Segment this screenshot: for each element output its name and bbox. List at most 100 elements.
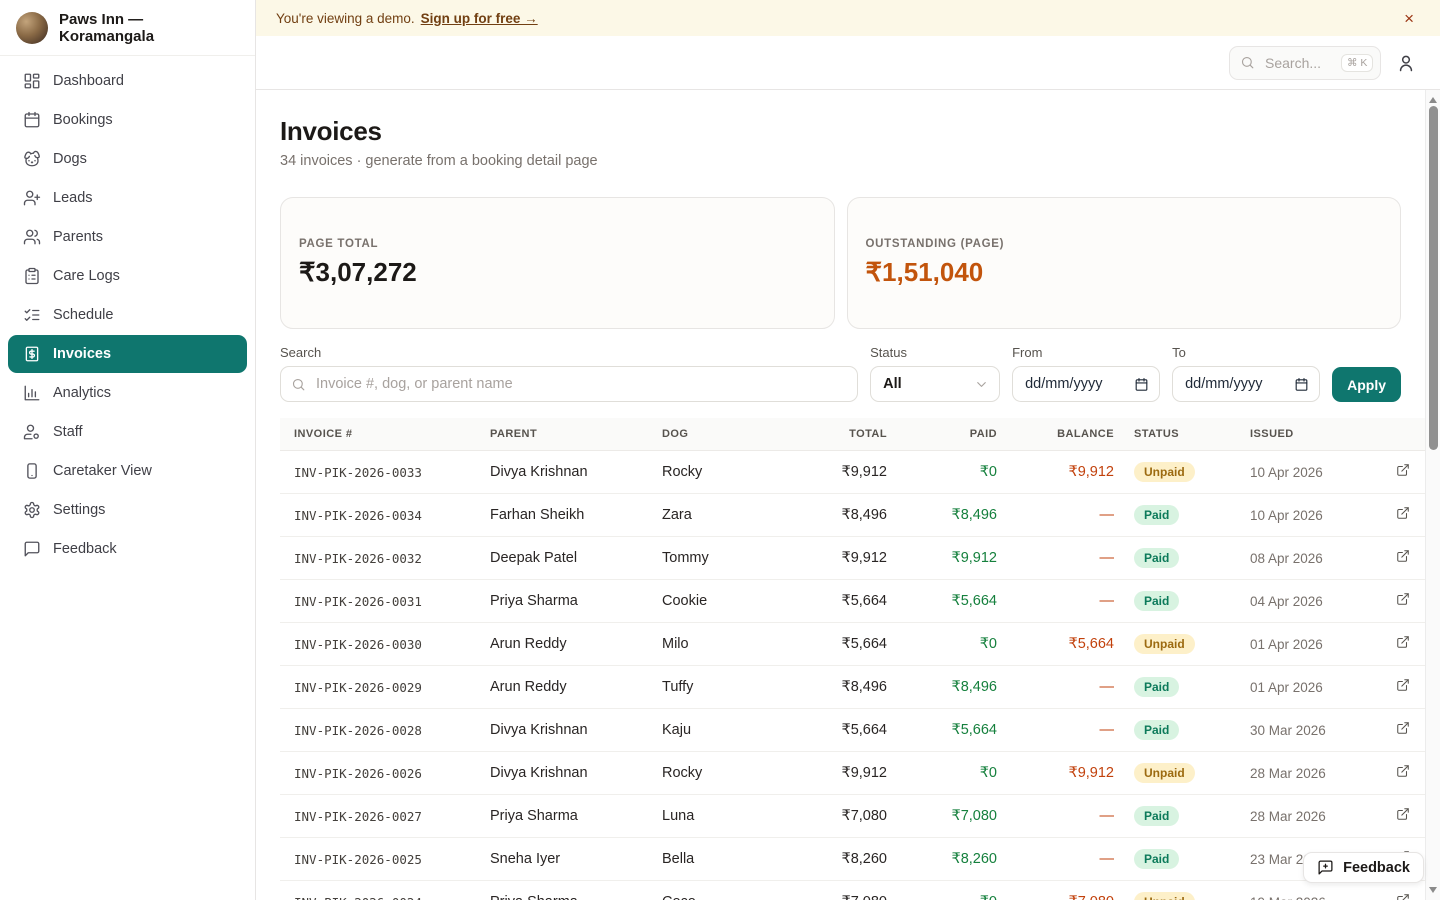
sidebar-item-label: Bookings bbox=[53, 112, 113, 128]
sidebar-item-staff[interactable]: Staff bbox=[8, 413, 247, 451]
sidebar-item-schedule[interactable]: Schedule bbox=[8, 296, 247, 334]
cell-open-invoice bbox=[1386, 881, 1425, 900]
cell-total: ₹8,496 bbox=[792, 494, 897, 537]
sidebar-item-analytics[interactable]: Analytics bbox=[8, 374, 247, 412]
outstanding-value: ₹1,51,040 bbox=[866, 257, 1383, 288]
external-link-icon[interactable] bbox=[1396, 592, 1410, 606]
table-row: INV-PIK-2026-0032Deepak PatelTommy₹9,912… bbox=[280, 537, 1425, 580]
external-link-icon[interactable] bbox=[1396, 893, 1410, 900]
cell-dog-name: Rocky bbox=[652, 752, 792, 795]
scroll-down-arrow[interactable] bbox=[1429, 887, 1437, 893]
table-row: INV-PIK-2026-0027Priya SharmaLuna₹7,080₹… bbox=[280, 795, 1425, 838]
invoice-search-field[interactable] bbox=[280, 366, 858, 402]
global-search-input[interactable] bbox=[1263, 54, 1333, 72]
dog-icon bbox=[23, 150, 41, 168]
user-icon bbox=[1396, 53, 1416, 73]
cell-open-invoice bbox=[1386, 795, 1425, 838]
cell-dog-name: Coco bbox=[652, 881, 792, 900]
cell-total: ₹5,664 bbox=[792, 709, 897, 752]
sidebar: Paws Inn — Koramangala Dashboard Bookings… bbox=[0, 0, 256, 900]
external-link-icon[interactable] bbox=[1396, 721, 1410, 735]
from-date-input[interactable]: dd/mm/yyyy bbox=[1012, 366, 1160, 402]
cell-paid: ₹0 bbox=[897, 451, 1007, 494]
cell-open-invoice bbox=[1386, 752, 1425, 795]
cell-invoice-number: INV-PIK-2026-0034 bbox=[280, 494, 480, 537]
sidebar-item-feedback[interactable]: Feedback bbox=[8, 530, 247, 568]
page-total-value: ₹3,07,272 bbox=[299, 257, 816, 288]
status-select[interactable]: All bbox=[870, 366, 1000, 402]
sidebar-item-label: Leads bbox=[53, 190, 93, 206]
sidebar-item-label: Dogs bbox=[53, 151, 87, 167]
status-badge: Unpaid bbox=[1134, 892, 1195, 900]
from-filter-label: From bbox=[1012, 345, 1160, 360]
cell-balance: ₹5,664 bbox=[1007, 623, 1124, 666]
cell-total: ₹7,080 bbox=[792, 795, 897, 838]
outstanding-label: OUTSTANDING (PAGE) bbox=[866, 238, 1383, 250]
cell-invoice-number: INV-PIK-2026-0030 bbox=[280, 623, 480, 666]
page-total-label: PAGE TOTAL bbox=[299, 238, 816, 250]
sidebar-item-care-logs[interactable]: Care Logs bbox=[8, 257, 247, 295]
search-icon bbox=[291, 377, 306, 392]
invoices-table: INVOICE #PARENTDOGTOTALPAIDBALANCESTATUS… bbox=[280, 418, 1425, 900]
search-filter-label: Search bbox=[280, 345, 858, 360]
apply-button[interactable]: Apply bbox=[1332, 367, 1401, 402]
sidebar-item-invoices[interactable]: Invoices bbox=[8, 335, 247, 373]
external-link-icon[interactable] bbox=[1396, 635, 1410, 649]
sign-up-link[interactable]: Sign up for free → bbox=[421, 11, 538, 26]
external-link-icon[interactable] bbox=[1396, 764, 1410, 778]
to-date-input[interactable]: dd/mm/yyyy bbox=[1172, 366, 1320, 402]
status-badge: Paid bbox=[1134, 591, 1179, 611]
close-icon[interactable]: × bbox=[1398, 8, 1420, 29]
table-row: INV-PIK-2026-0026Divya KrishnanRocky₹9,9… bbox=[280, 752, 1425, 795]
external-link-icon[interactable] bbox=[1396, 678, 1410, 692]
cell-balance: — bbox=[1007, 709, 1124, 752]
bar-chart-icon bbox=[23, 384, 41, 402]
cell-total: ₹5,664 bbox=[792, 580, 897, 623]
cell-parent-name: Divya Krishnan bbox=[480, 451, 652, 494]
sidebar-item-caretaker-view[interactable]: Caretaker View bbox=[8, 452, 247, 490]
external-link-icon[interactable] bbox=[1396, 549, 1410, 563]
message-plus-icon bbox=[1317, 859, 1334, 876]
cell-invoice-number: INV-PIK-2026-0031 bbox=[280, 580, 480, 623]
external-link-icon[interactable] bbox=[1396, 506, 1410, 520]
sidebar-item-parents[interactable]: Parents bbox=[8, 218, 247, 256]
sidebar-item-label: Staff bbox=[53, 424, 83, 440]
external-link-icon[interactable] bbox=[1396, 807, 1410, 821]
sidebar-item-settings[interactable]: Settings bbox=[8, 491, 247, 529]
sidebar-item-leads[interactable]: Leads bbox=[8, 179, 247, 217]
cell-open-invoice bbox=[1386, 580, 1425, 623]
sidebar-item-dashboard[interactable]: Dashboard bbox=[8, 62, 247, 100]
scroll-up-arrow[interactable] bbox=[1429, 97, 1437, 103]
invoice-icon bbox=[23, 345, 41, 363]
sidebar-item-bookings[interactable]: Bookings bbox=[8, 101, 247, 139]
cell-status: Paid bbox=[1124, 537, 1240, 580]
invoice-search-input[interactable] bbox=[314, 375, 847, 393]
cell-total: ₹8,496 bbox=[792, 666, 897, 709]
summary-cards: PAGE TOTAL ₹3,07,272 OUTSTANDING (PAGE) … bbox=[280, 197, 1401, 329]
cell-dog-name: Luna bbox=[652, 795, 792, 838]
cell-dog-name: Bella bbox=[652, 838, 792, 881]
workspace-name: Paws Inn — Koramangala bbox=[59, 11, 239, 45]
sidebar-item-dogs[interactable]: Dogs bbox=[8, 140, 247, 178]
cell-total: ₹9,912 bbox=[792, 752, 897, 795]
cell-parent-name: Divya Krishnan bbox=[480, 752, 652, 795]
status-filter-label: Status bbox=[870, 345, 1000, 360]
scrollbar-thumb[interactable] bbox=[1429, 106, 1438, 450]
cell-status: Unpaid bbox=[1124, 881, 1240, 900]
external-link-icon[interactable] bbox=[1396, 463, 1410, 477]
global-search[interactable]: ⌘ K bbox=[1229, 46, 1381, 80]
search-shortcut-badge: ⌘ K bbox=[1341, 54, 1373, 72]
cell-status: Paid bbox=[1124, 838, 1240, 881]
top-header: ⌘ K bbox=[256, 36, 1440, 90]
calendar-icon bbox=[23, 111, 41, 129]
feedback-fab-button[interactable]: Feedback bbox=[1303, 852, 1424, 883]
cell-dog-name: Rocky bbox=[652, 451, 792, 494]
cell-dog-name: Cookie bbox=[652, 580, 792, 623]
workspace-switcher[interactable]: Paws Inn — Koramangala bbox=[0, 0, 255, 56]
filters-bar: Search Status All From dd/mm/yyyy To dd/… bbox=[280, 345, 1401, 402]
column-header bbox=[1386, 418, 1425, 451]
cell-status: Unpaid bbox=[1124, 752, 1240, 795]
user-menu-button[interactable] bbox=[1396, 53, 1416, 73]
status-badge: Paid bbox=[1134, 806, 1179, 826]
column-header: TOTAL bbox=[792, 418, 897, 451]
